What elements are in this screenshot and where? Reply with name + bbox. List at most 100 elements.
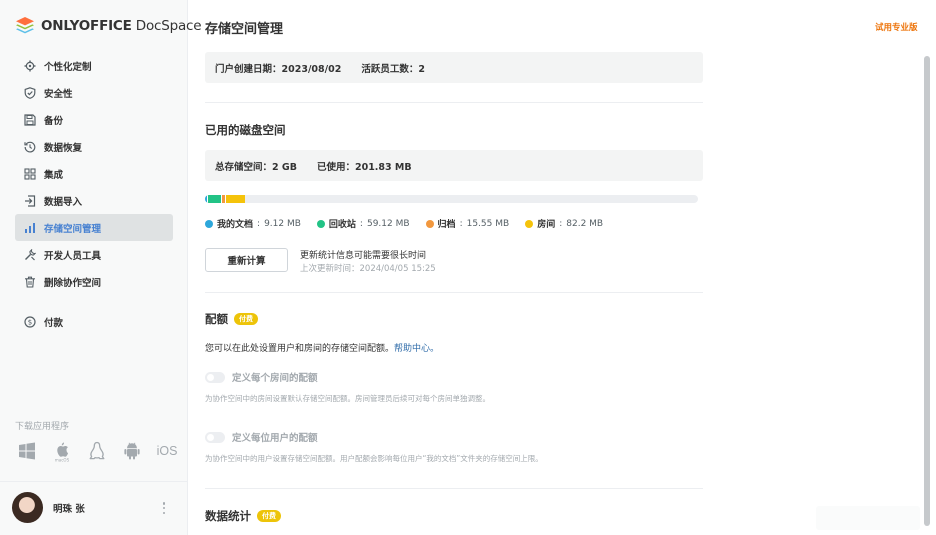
sidebar-item-developer-tools[interactable]: 开发人员工具 (15, 241, 173, 268)
legend-dot (525, 219, 534, 228)
profile-menu-button[interactable] (161, 500, 167, 516)
sidebar-item-delete-space[interactable]: 删除协作空间 (15, 268, 173, 295)
avatar (12, 492, 43, 523)
legend-label: 我的文档 (217, 220, 254, 230)
paid-badge: 付费 (257, 510, 281, 522)
room-quota-toggle[interactable] (205, 371, 225, 383)
payment-icon: $ (24, 315, 36, 328)
legend-value: 15.55 MB (466, 218, 510, 229)
developer-tools-icon (24, 248, 36, 261)
storage-total: 总存储空间：2 GB (215, 161, 297, 173)
legend-dot (425, 219, 434, 228)
storage-used: 已使用：201.83 MB (316, 161, 412, 173)
usage-segment (225, 195, 245, 203)
quota-header: 配额 付费 (205, 311, 258, 327)
profile-divider (0, 481, 188, 482)
user-name: 明珠 张 (53, 503, 85, 515)
import-icon (24, 194, 36, 207)
recalculate-button[interactable]: 重新计算 (205, 248, 288, 272)
user-profile[interactable]: 明珠 张 (12, 492, 85, 523)
divider (205, 292, 703, 293)
legend-item-archive: 归档: 15.55 MB (425, 217, 510, 230)
statistics-header: 数据统计 付费 (205, 508, 281, 524)
grid-icon (24, 167, 36, 180)
shield-icon (24, 86, 36, 99)
user-quota-toggle[interactable] (205, 431, 225, 443)
legend-item-my-documents: 我的文档: 9.12 MB (205, 217, 301, 230)
last-update-time: 上次更新时间：2024/04/05 15:25 (300, 264, 436, 274)
logo-text: ONLYOFFICE DocSpace (41, 18, 202, 34)
logo-brand: ONLYOFFICE (41, 18, 132, 34)
quota-description: 您可以在此处设置用户和房间的存储空间配额。帮助中心。 (205, 341, 439, 354)
sidebar-item-data-import[interactable]: 数据导入 (15, 187, 173, 214)
sidebar-item-integration[interactable]: 集成 (15, 160, 173, 187)
gear-icon (24, 60, 36, 72)
legend-value: 9.12 MB (264, 218, 301, 229)
sidebar-item-label: 开发人员工具 (44, 250, 102, 262)
android-icon[interactable] (121, 440, 143, 462)
legend-item-trash: 回收站: 59.12 MB (316, 217, 410, 230)
legend-label: 房间 (537, 220, 556, 230)
windows-icon[interactable] (16, 440, 38, 462)
linux-icon[interactable] (86, 440, 108, 462)
floating-panel (816, 506, 920, 530)
legend-dot (316, 219, 325, 228)
download-apps-title: 下载应用程序 (15, 422, 70, 432)
portal-info-box: 门户创建日期：2023/08/02 活跃员工数：2 (205, 52, 703, 83)
room-quota-description: 为协作空间中的房间设置默认存储空间配额。房间管理员后续可对每个房间单独调整。 (205, 394, 490, 403)
sidebar-item-security[interactable]: 安全性 (15, 79, 173, 106)
floppy-icon (24, 113, 36, 126)
bar-chart-icon (24, 222, 36, 234)
sidebar-item-label: 集成 (44, 169, 64, 181)
active-users-count: 活跃员工数：2 (361, 63, 425, 75)
legend-dot (205, 219, 213, 228)
sidebar-item-customization[interactable]: 个性化定制 (15, 52, 173, 79)
paid-badge: 付费 (234, 313, 258, 325)
sidebar-item-label: 数据恢复 (44, 142, 83, 154)
sidebar-item-label: 付款 (44, 317, 64, 329)
svg-text:macOS: macOS (55, 458, 70, 463)
sidebar-item-storage-management[interactable]: 存储空间管理 (15, 214, 173, 241)
sidebar-item-label: 存储空间管理 (44, 223, 102, 235)
macos-icon[interactable]: macOS (51, 440, 73, 462)
scrollbar[interactable] (924, 56, 930, 526)
sidebar-nav: 个性化定制 安全性 备份 数据恢复 集成 数据导入 存储空间管理 开发人员工具 … (15, 52, 173, 335)
sidebar-item-backup[interactable]: 备份 (15, 106, 173, 133)
storage-legend: 我的文档: 9.12 MB 回收站: 59.12 MB 归档: 15.55 MB… (205, 217, 603, 230)
ios-link[interactable]: iOS (156, 440, 178, 462)
svg-text:$: $ (28, 318, 32, 326)
user-quota-description: 为协作空间中的用户设置存储空间配额。用户配额会影响每位用户“我的文档”文件夹的存… (205, 454, 543, 463)
storage-usage-bar (205, 195, 698, 203)
sidebar-item-restore[interactable]: 数据恢复 (15, 133, 173, 160)
legend-label: 回收站 (328, 220, 356, 230)
disk-space-title: 已用的磁盘空间 (205, 123, 286, 137)
room-quota-label: 定义每个房间的配额 (232, 373, 318, 384)
legend-label: 归档 (437, 220, 456, 230)
sidebar-item-label: 个性化定制 (44, 61, 92, 73)
onlyoffice-logo-icon (16, 17, 34, 34)
statistics-title: 数据统计 (205, 509, 251, 523)
page-title: 存储空间管理 (205, 22, 284, 37)
portal-created-date: 门户创建日期：2023/08/02 (215, 63, 342, 75)
storage-summary-box: 总存储空间：2 GB 已使用：201.83 MB (205, 150, 703, 181)
platform-links: macOS iOS (16, 440, 178, 462)
restore-icon (24, 141, 36, 153)
recalculate-note: 更新统计信息可能需要很长时间 (300, 251, 427, 261)
sidebar-item-label: 安全性 (44, 88, 73, 100)
divider (205, 102, 703, 103)
sidebar-item-label: 删除协作空间 (44, 277, 102, 289)
logo[interactable]: ONLYOFFICE DocSpace (15, 16, 202, 36)
user-quota-label: 定义每位用户的配额 (232, 433, 318, 444)
help-center-link[interactable]: 帮助中心。 (394, 344, 439, 354)
sidebar-item-label: 备份 (44, 115, 64, 127)
sidebar: ONLYOFFICE DocSpace 个性化定制 安全性 备份 数据恢复 集成… (0, 0, 202, 535)
sidebar-item-payment[interactable]: $ 付款 (15, 308, 173, 335)
legend-value: 82.2 MB (566, 218, 604, 229)
legend-item-rooms: 房间: 82.2 MB (525, 217, 603, 230)
trial-link[interactable]: 试用专业版 (875, 21, 918, 33)
quota-title: 配额 (205, 312, 228, 326)
user-quota-row: 定义每位用户的配额 (205, 430, 318, 444)
logo-product: DocSpace (131, 18, 202, 34)
legend-value: 59.12 MB (366, 218, 410, 229)
